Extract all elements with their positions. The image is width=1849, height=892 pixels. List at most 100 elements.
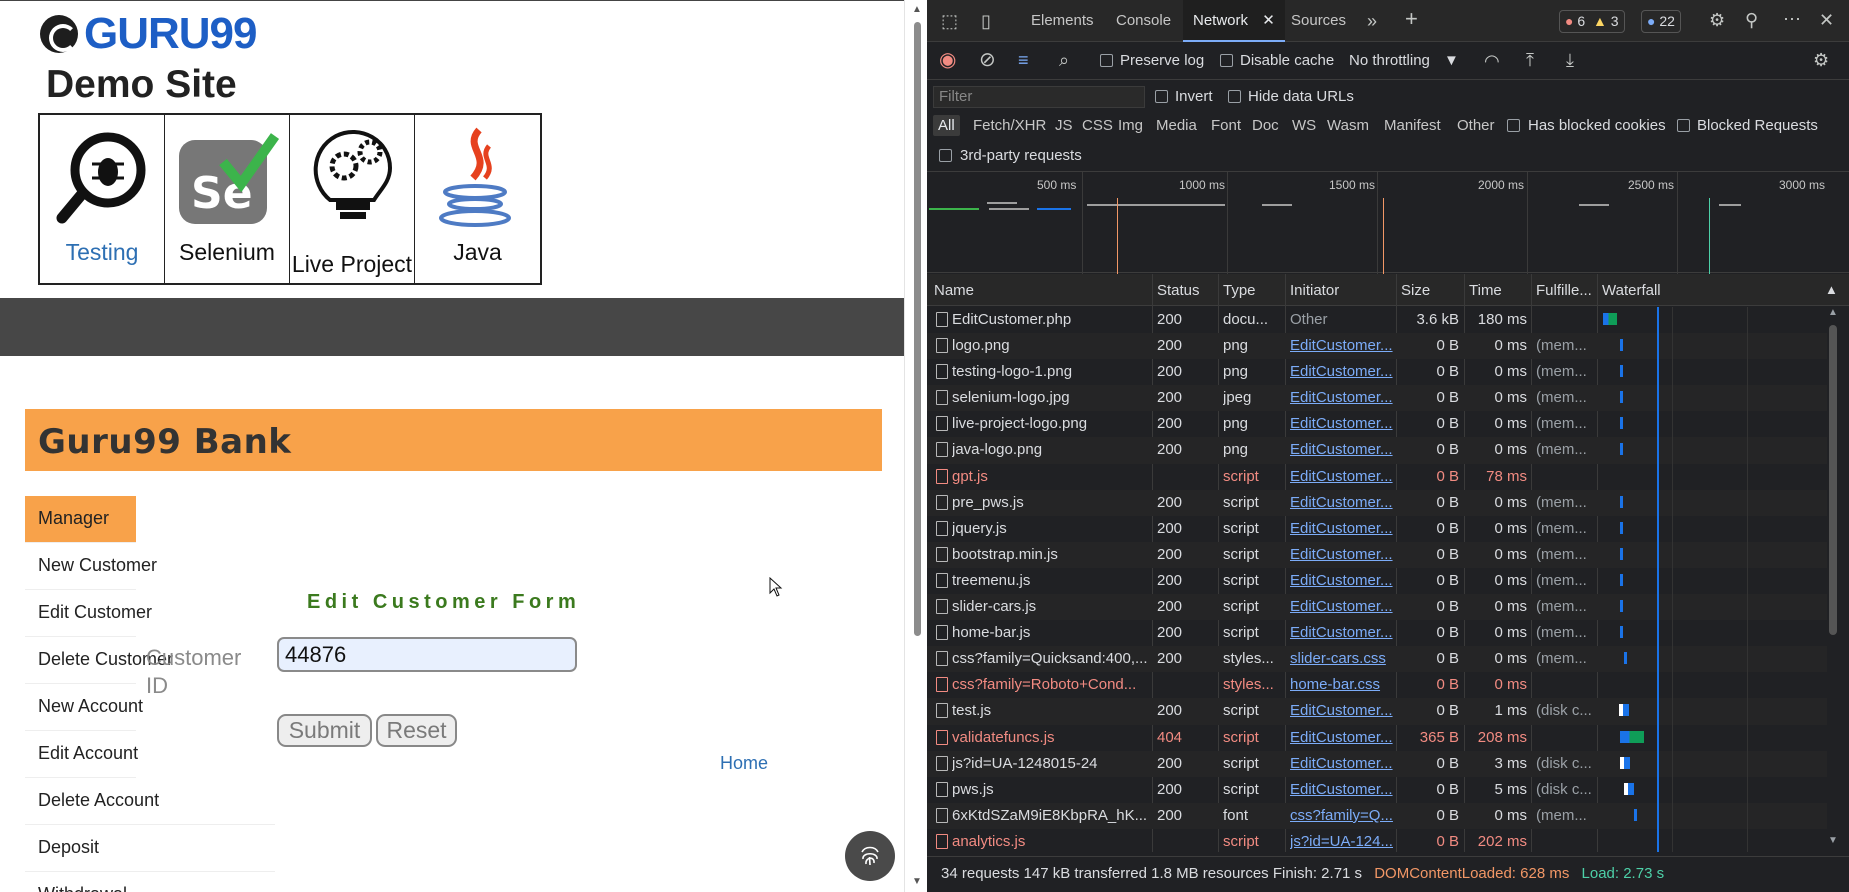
messages-badge[interactable]: ● 22: [1641, 10, 1681, 33]
type-filter-manifest[interactable]: Manifest: [1384, 117, 1441, 134]
site-logo[interactable]: GURU99: [40, 12, 257, 56]
preserve-log-checkbox[interactable]: [1100, 54, 1113, 67]
request-row[interactable]: slider-cars.js 200 script EditCustomer... 0 …: [927, 594, 1827, 621]
import-har-icon[interactable]: ⤒: [1526, 51, 1534, 69]
cell-initiator[interactable]: EditCustomer...: [1290, 595, 1393, 619]
more-options-icon[interactable]: ⋯: [1783, 10, 1801, 28]
request-row[interactable]: home-bar.js 200 script EditCustomer... 0 B 0 …: [927, 620, 1827, 646]
cell-initiator[interactable]: EditCustomer...: [1290, 778, 1393, 802]
blocked-requests-checkbox[interactable]: [1677, 119, 1690, 132]
request-row[interactable]: js?id=UA-1248015-24 200 script EditCustomer…: [927, 750, 1827, 777]
request-row[interactable]: treemenu.js 200 script EditCustomer... 0 B 0 …: [927, 568, 1827, 594]
requests-scrollbar-thumb[interactable]: [1829, 325, 1837, 635]
col-type[interactable]: Type: [1223, 282, 1256, 299]
menu-delete-customer[interactable]: Delete Customer: [25, 637, 173, 684]
type-filter-js[interactable]: JS: [1055, 117, 1073, 134]
request-row[interactable]: 6xKtdSZaM9iE8KbpRA_hK... 200 font css?famil…: [927, 802, 1827, 829]
third-party-checkbox[interactable]: [939, 149, 952, 162]
timeline-overview[interactable]: 500 ms 1000 ms 1500 ms 2000 ms 2500 ms 3…: [927, 171, 1849, 274]
scroll-down-icon[interactable]: ▼: [912, 876, 922, 887]
scroll-up-icon[interactable]: ▲: [912, 4, 922, 15]
clear-icon[interactable]: ⊘: [979, 50, 996, 70]
reset-button[interactable]: Reset: [376, 714, 457, 747]
request-row[interactable]: gpt.js script EditCustomer... 0 B 78 ms: [927, 464, 1827, 490]
nav-java[interactable]: Java: [415, 115, 540, 283]
menu-delete-account[interactable]: Delete Account: [25, 778, 275, 825]
cell-initiator[interactable]: EditCustomer...: [1290, 491, 1393, 515]
cell-initiator[interactable]: slider-cars.css: [1290, 647, 1393, 671]
request-row[interactable]: bootstrap.min.js 200 script EditCustomer...…: [927, 541, 1827, 568]
col-time[interactable]: Time: [1469, 282, 1502, 299]
close-tab-icon[interactable]: ✕: [1262, 12, 1275, 29]
record-stop-icon[interactable]: ◉: [939, 50, 956, 70]
issues-badge[interactable]: ● 6 ▲ 3: [1559, 10, 1625, 33]
col-waterfall[interactable]: Waterfall: [1602, 282, 1661, 299]
submit-button[interactable]: Submit: [277, 714, 372, 747]
request-row[interactable]: live-project-logo.png 200 png EditCustomer.…: [927, 411, 1827, 437]
type-filter-all[interactable]: All: [933, 115, 960, 136]
menu-edit-account[interactable]: Edit Account: [25, 731, 138, 778]
request-row[interactable]: EditCustomer.php 200 docu... Other 3.6 kB 180…: [927, 307, 1827, 333]
cell-initiator[interactable]: EditCustomer...: [1290, 360, 1393, 384]
cell-initiator[interactable]: EditCustomer...: [1290, 517, 1393, 541]
network-settings-icon[interactable]: ⚙: [1813, 51, 1829, 69]
cell-initiator[interactable]: EditCustomer...: [1290, 438, 1393, 462]
has-blocked-cookies-checkbox[interactable]: [1507, 119, 1520, 132]
sort-ascending-icon[interactable]: ▲: [1825, 282, 1838, 297]
request-row[interactable]: java-logo.png 200 png EditCustomer... 0 B 0 m…: [927, 437, 1827, 464]
request-row[interactable]: css?family=Roboto+Cond... styles... home-b…: [927, 672, 1827, 698]
type-filter-media[interactable]: Media: [1156, 117, 1197, 134]
menu-new-customer[interactable]: New Customer: [25, 543, 157, 590]
cell-initiator[interactable]: EditCustomer...: [1290, 699, 1393, 723]
cell-initiator[interactable]: EditCustomer...: [1290, 543, 1393, 567]
fingerprint-button[interactable]: [845, 831, 895, 881]
device-toolbar-icon[interactable]: ▯: [981, 12, 991, 30]
menu-edit-customer[interactable]: Edit Customer: [25, 590, 152, 637]
export-har-icon[interactable]: ⤓: [1566, 51, 1574, 69]
customer-id-input[interactable]: 44876: [277, 637, 577, 672]
inspect-element-icon[interactable]: ⬚: [941, 12, 958, 30]
tab-sources[interactable]: Sources: [1291, 0, 1346, 42]
close-devtools-icon[interactable]: ✕: [1819, 11, 1834, 29]
col-status[interactable]: Status: [1157, 282, 1200, 299]
request-row[interactable]: test.js 200 script EditCustomer... 0 B 1 ms (d…: [927, 698, 1827, 725]
request-row[interactable]: analytics.js script js?id=UA-124... 0 B 202 …: [927, 829, 1827, 855]
tab-console[interactable]: Console: [1116, 0, 1171, 42]
search-icon[interactable]: ⌕: [1059, 51, 1069, 69]
cell-initiator[interactable]: css?family=Q...: [1290, 804, 1393, 828]
cell-initiator[interactable]: EditCustomer...: [1290, 386, 1393, 410]
scroll-down-icon[interactable]: ▼: [1828, 835, 1838, 846]
page-scrollbar-thumb[interactable]: [914, 22, 921, 636]
more-tabs-icon[interactable]: »: [1367, 12, 1377, 30]
hide-data-urls-checkbox[interactable]: [1228, 90, 1241, 103]
nav-live-project[interactable]: Live Project: [290, 115, 415, 283]
type-filter-img[interactable]: Img: [1118, 117, 1143, 134]
type-filter-fetch-xhr[interactable]: Fetch/XHR: [973, 117, 1046, 134]
type-filter-other[interactable]: Other: [1457, 117, 1495, 134]
invert-checkbox[interactable]: [1155, 90, 1168, 103]
menu-new-account[interactable]: New Account: [25, 684, 143, 731]
cell-initiator[interactable]: EditCustomer...: [1290, 569, 1393, 593]
settings-gear-icon[interactable]: ⚙: [1709, 11, 1725, 29]
cell-initiator[interactable]: EditCustomer...: [1290, 465, 1393, 489]
menu-deposit[interactable]: Deposit: [25, 825, 275, 872]
request-row[interactable]: validatefuncs.js 404 script EditCustomer...…: [927, 725, 1827, 751]
cell-initiator[interactable]: EditCustomer...: [1290, 412, 1393, 436]
cell-initiator[interactable]: EditCustomer...: [1290, 752, 1393, 776]
new-tab-icon[interactable]: +: [1405, 8, 1418, 30]
type-filter-wasm[interactable]: Wasm: [1327, 117, 1369, 134]
cell-initiator[interactable]: EditCustomer...: [1290, 621, 1393, 645]
menu-withdrawal[interactable]: Withdrawal: [25, 872, 136, 892]
request-row[interactable]: testing-logo-1.png 200 png EditCustomer... 0…: [927, 359, 1827, 385]
request-row[interactable]: css?family=Quicksand:400,... 200 styles...…: [927, 646, 1827, 673]
cell-initiator[interactable]: Other: [1290, 308, 1393, 332]
col-fulfilled[interactable]: Fulfille...: [1536, 282, 1592, 299]
cell-initiator[interactable]: home-bar.css: [1290, 673, 1393, 697]
network-conditions-icon[interactable]: ◠: [1484, 52, 1500, 70]
col-size[interactable]: Size: [1401, 282, 1430, 299]
request-row[interactable]: jquery.js 200 script EditCustomer... 0 B 0 ms…: [927, 516, 1827, 542]
scroll-up-icon[interactable]: ▲: [1828, 307, 1838, 318]
filter-input[interactable]: Filter: [933, 86, 1145, 108]
home-link[interactable]: Home: [720, 753, 768, 774]
requests-scrollbar[interactable]: ▲ ▼: [1826, 307, 1840, 852]
